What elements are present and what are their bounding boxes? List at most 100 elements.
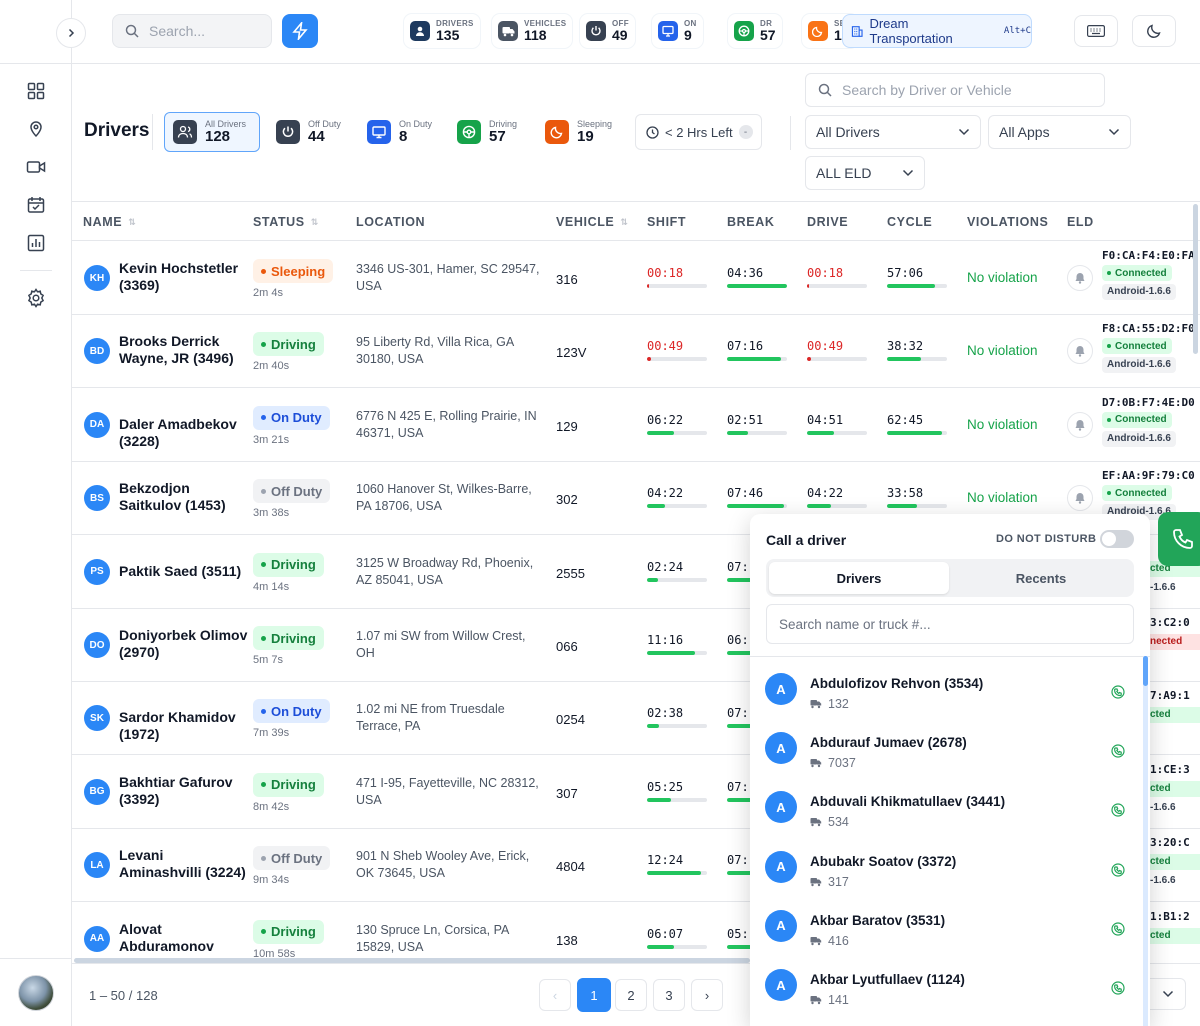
status-badge: Driving (253, 772, 324, 797)
do-not-disturb-toggle[interactable] (1100, 530, 1134, 548)
driver-name[interactable]: Daler Amadbekov (3228) (119, 416, 249, 450)
stat-drivers[interactable]: DRIVERS 135 (404, 14, 480, 48)
filter-driving[interactable]: Driving 57 (449, 112, 533, 152)
call-list-scrollbar[interactable] (1143, 656, 1148, 1026)
driver-vehicle: 316 (556, 272, 578, 287)
chevron-down-icon (1108, 128, 1120, 136)
notify-button[interactable] (1067, 265, 1093, 291)
next-page-button[interactable]: › (691, 979, 723, 1011)
driver-vehicle: 138 (556, 932, 578, 948)
filter-sleeping[interactable]: Sleeping 19 (537, 112, 623, 152)
eld-info: F8:CA:55:D2:F0 Connected Android-1.6.6 (1102, 322, 1200, 374)
dashboard-icon[interactable] (24, 79, 48, 103)
drivers-select[interactable]: All Drivers (805, 115, 981, 149)
table-row[interactable]: BD Brooks Derrick Wayne, JR (3496) Driving… (72, 315, 1200, 389)
company-switcher[interactable]: Dream Transportation Alt+C (842, 14, 1032, 48)
settings-gear-icon[interactable] (24, 286, 48, 310)
notify-button[interactable] (1067, 411, 1093, 438)
video-camera-icon[interactable] (24, 155, 48, 179)
apps-select[interactable]: All Apps (988, 115, 1131, 149)
break-progress-fill (727, 284, 787, 288)
tab-recents[interactable]: Recents (951, 562, 1131, 594)
driver-name[interactable]: Kevin Hochstetler (3369) (119, 260, 249, 294)
global-search-input[interactable]: Search... (112, 14, 272, 48)
eld-mac: EF:AA:9F:79:C0 (1102, 469, 1195, 483)
phone-call-icon[interactable] (1111, 981, 1125, 995)
call-list-item[interactable]: A Abdurauf Jumaev (2678) 7037 (750, 716, 1140, 775)
eld-mac-partial: 1:B1:2 (1150, 909, 1190, 923)
stat-vehicles[interactable]: VEHICLES 118 (492, 14, 573, 48)
call-list-item[interactable]: A Abubakr Soatov (3372) 317 (750, 835, 1140, 894)
drive-time: 04:22 (807, 486, 844, 501)
eld-app-version: Android-1.6.6 (1102, 430, 1176, 447)
drive-progress-fill (807, 284, 809, 288)
drive-timer: 04:51 (807, 413, 867, 435)
tab-drivers[interactable]: Drivers (769, 562, 949, 594)
quick-actions-button[interactable] (282, 14, 318, 48)
stat-off-duty[interactable]: OFF 49 (580, 14, 635, 48)
lightning-bolt-icon (292, 22, 308, 40)
page-3-button[interactable]: 3 (653, 979, 685, 1011)
user-avatar[interactable] (18, 975, 54, 1011)
title-separator (152, 114, 153, 150)
location-pin-icon[interactable] (24, 117, 48, 141)
keyboard-shortcuts-button[interactable] (1074, 15, 1118, 47)
driver-location: 95 Liberty Rd, Villa Rica, GA 30180, USA (356, 335, 514, 367)
theme-toggle-button[interactable] (1132, 15, 1176, 47)
drive-progress (807, 430, 867, 435)
table-vertical-scrollbar[interactable] (1193, 204, 1198, 354)
phone-call-icon[interactable] (1111, 862, 1125, 877)
sidebar-toggle-button[interactable] (56, 18, 86, 48)
shift-timer: 12:24 (647, 853, 707, 876)
driver-name[interactable]: Bekzodjon Saitkulov (1453) (119, 480, 249, 514)
filter-on-duty[interactable]: On Duty 8 (359, 112, 443, 152)
phone-call-icon[interactable] (1111, 685, 1125, 699)
column-name[interactable]: NAME ⇅ (83, 215, 136, 229)
call-list-item[interactable]: A Abduvali Khikmatullaev (3441) 534 (750, 775, 1140, 834)
column-status[interactable]: STATUS ⇅ (253, 215, 319, 229)
call-list-item[interactable]: A Abdulofizov Rehvon (3534) 132 (750, 657, 1140, 716)
eld-connection-badge: Connected (1102, 338, 1172, 355)
driver-vehicle-search-input[interactable]: Search by Driver or Vehicle (805, 73, 1105, 107)
scroll-thumb[interactable] (1143, 656, 1148, 686)
call-list-item[interactable]: A Akbar Lyutfullaev (1124) 141 (750, 953, 1140, 1012)
notify-button[interactable] (1067, 338, 1093, 365)
phone-call-icon[interactable] (1111, 803, 1125, 817)
page-1-button[interactable]: 1 (577, 978, 611, 1012)
calendar-check-icon[interactable] (24, 193, 48, 217)
call-toggle-button[interactable] (1158, 512, 1200, 566)
filter-off-duty[interactable]: Off Duty 44 (268, 112, 352, 152)
table-row[interactable]: KH Kevin Hochstetler (3369) Sleeping 2m 4s 3… (72, 242, 1200, 315)
filter-all-drivers[interactable]: All Drivers 128 (164, 112, 260, 152)
stat-on-duty[interactable]: ON 9 (652, 14, 703, 48)
driver-name[interactable]: Levani Aminashvilli (3224) (119, 847, 249, 881)
stat-driving[interactable]: DR 57 (728, 14, 782, 48)
phone-call-icon[interactable] (1111, 744, 1125, 758)
call-list-item[interactable]: A Akbar Baratov (3531) 416 (750, 894, 1140, 953)
moon-icon (1147, 24, 1161, 38)
phone-call-icon[interactable] (1111, 922, 1125, 936)
call-search-input[interactable]: Search name or truck #... (766, 604, 1134, 644)
driver-name[interactable]: Alovat Abduramonov (2746) (119, 921, 249, 961)
driver-avatar: DO (84, 632, 110, 658)
page-size-select[interactable] (1150, 978, 1186, 1010)
driver-name[interactable]: Sardor Khamidov (1972) (119, 709, 249, 743)
driver-name[interactable]: Paktik Saed (3511) (119, 563, 249, 580)
drive-progress (807, 284, 867, 288)
column-vehicle[interactable]: VEHICLE ⇅ (556, 215, 629, 229)
status-badge: On Duty (253, 405, 330, 430)
driver-name[interactable]: Bakhtiar Gafurov (3392) (119, 774, 249, 808)
notify-button[interactable] (1067, 485, 1093, 512)
hours-left-filter-button[interactable]: < 2 Hrs Left - (635, 114, 762, 150)
bar-chart-icon[interactable] (24, 231, 48, 255)
driver-initial-avatar: A (765, 791, 797, 824)
table-row[interactable]: DA Daler Amadbekov (3228) On Duty 3m 21s 677… (72, 389, 1200, 462)
page-2-button[interactable]: 2 (615, 979, 647, 1011)
prev-page-button[interactable]: ‹ (539, 979, 571, 1011)
eld-status-partial: nected (1150, 634, 1200, 650)
eld-info-partial: 3:20:C cted -1.6.6 (1150, 836, 1200, 889)
driver-name[interactable]: Brooks Derrick Wayne, JR (3496) (119, 333, 249, 367)
eld-select[interactable]: ALL ELD (805, 156, 925, 190)
driver-name[interactable]: Doniyorbek Olimov (2970) (119, 627, 249, 661)
status-dot (261, 562, 266, 568)
